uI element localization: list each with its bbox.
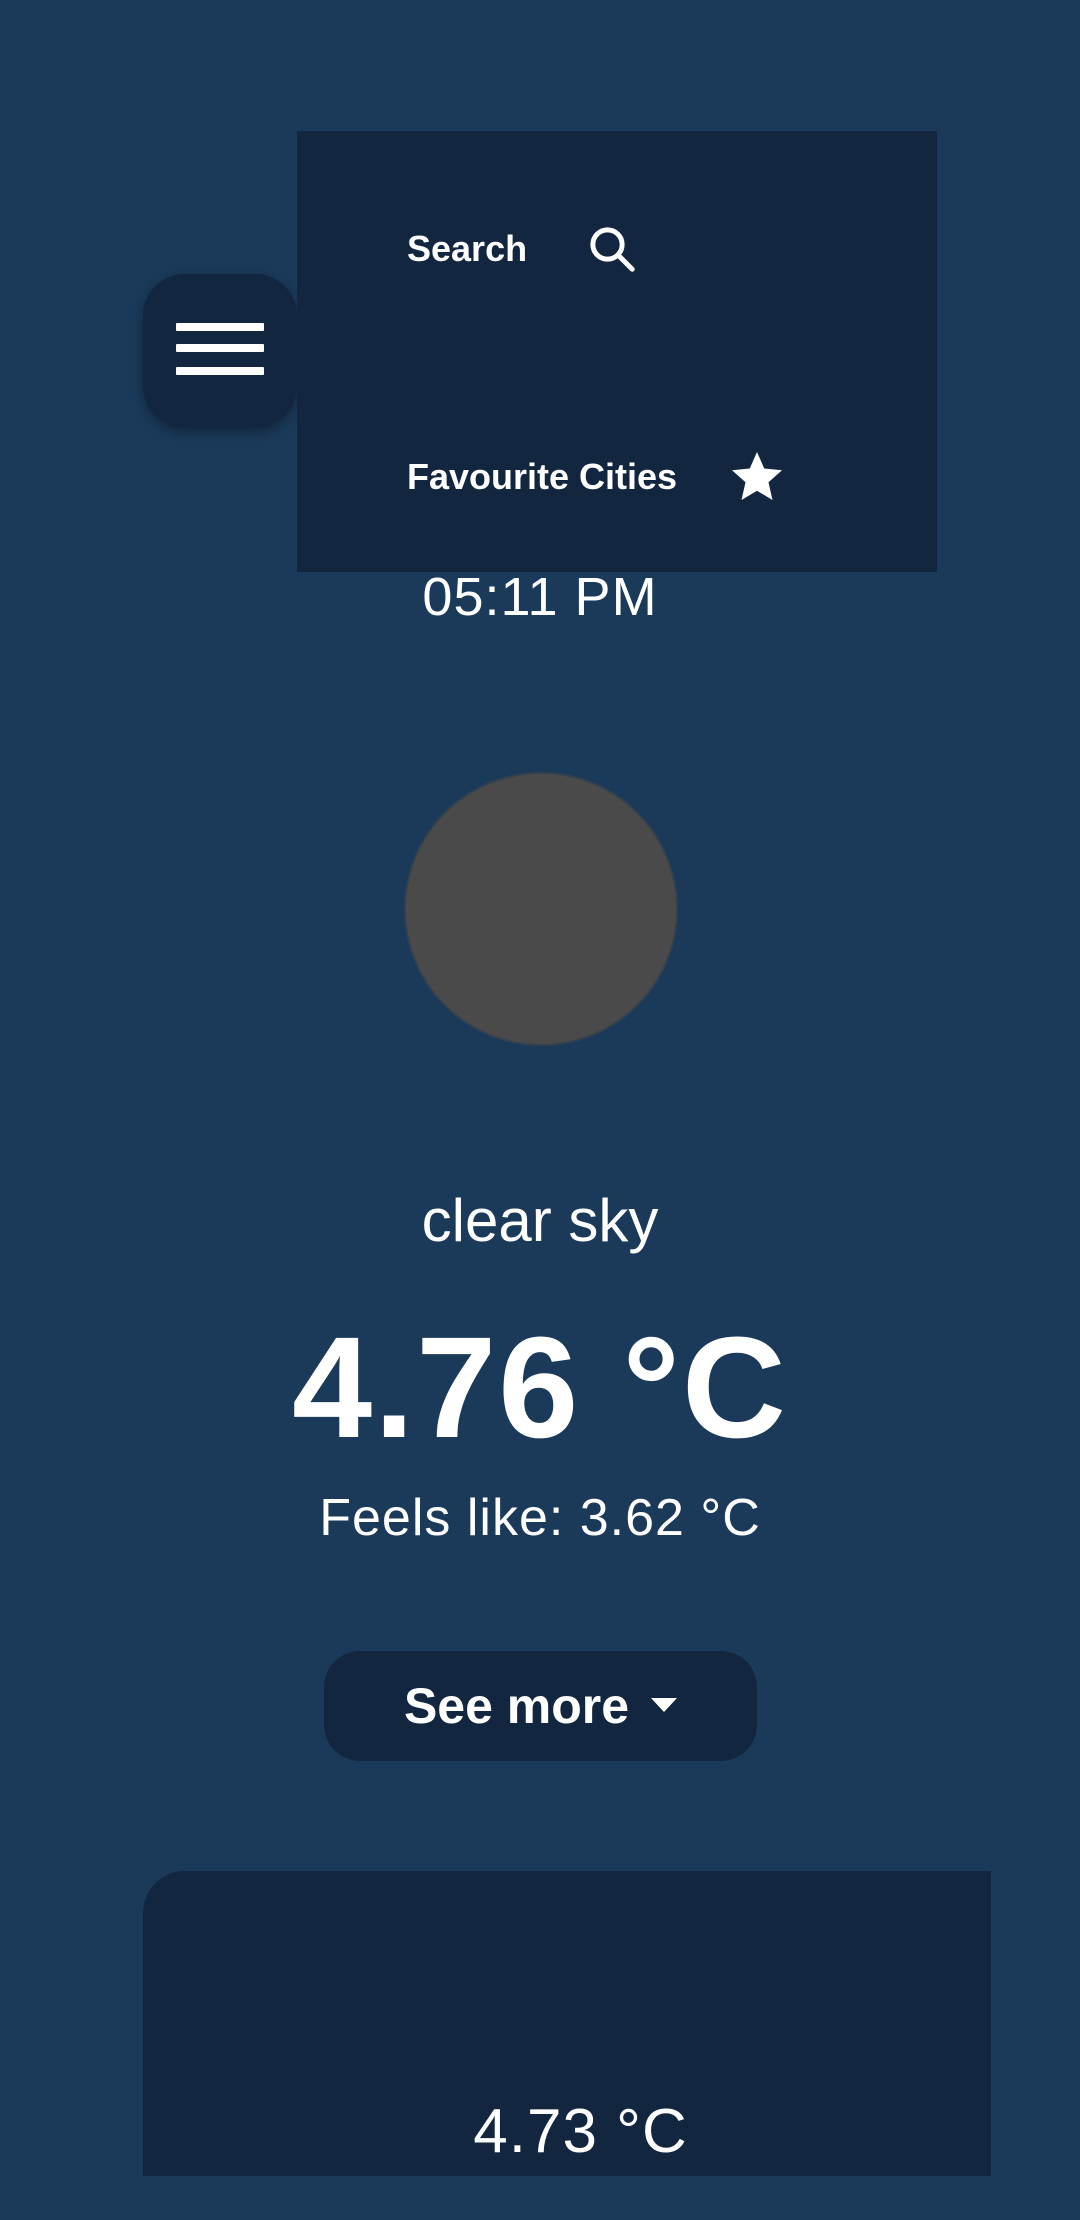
weather-description: clear sky: [421, 1187, 659, 1254]
weather-condition-icon: [406, 774, 676, 1044]
menu-icon-bar-top: [176, 323, 264, 331]
chevron-down-icon: [651, 1698, 678, 1714]
search-icon: [585, 222, 639, 276]
feels-like-temperature: Feels like: 3.62 °C: [319, 1489, 761, 1547]
see-more-button[interactable]: See more: [324, 1651, 757, 1761]
see-more-label: See more: [403, 1678, 630, 1734]
weather-screen: Search Favourite Cities 05:11 PM clear s…: [0, 0, 1080, 2220]
forecast-temperature: 4.73 °C: [473, 2097, 688, 2166]
menu-icon-bar-middle: [176, 344, 264, 352]
forecast-card[interactable]: 4.73 °C: [143, 1871, 991, 2176]
menu-item-search-label: Search: [407, 228, 528, 269]
menu-item-favourite-cities-label: Favourite Cities: [407, 456, 678, 497]
menu-item-search[interactable]: Search: [407, 209, 639, 289]
menu-item-favourite-cities[interactable]: Favourite Cities: [407, 437, 787, 517]
star-icon: [727, 447, 787, 507]
current-temperature: 4.76 °C: [292, 1307, 788, 1468]
current-time: 05:11 PM: [422, 567, 658, 627]
menu-icon-bar-bottom: [176, 367, 264, 375]
navigation-menu: Search Favourite Cities: [297, 131, 937, 572]
menu-button[interactable]: [143, 274, 297, 428]
